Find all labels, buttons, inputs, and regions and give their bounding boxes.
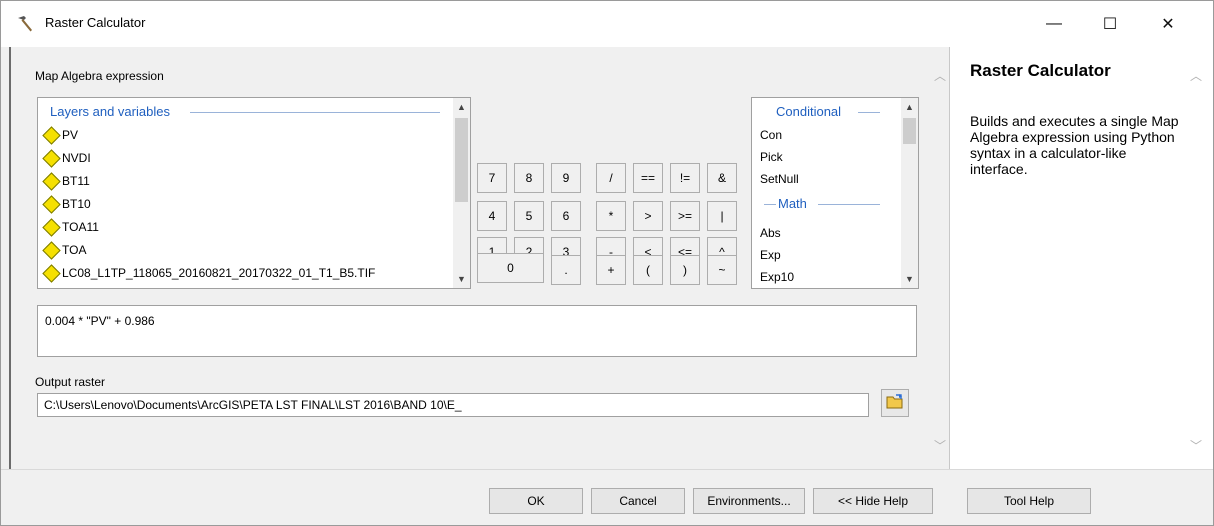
hide-help-button[interactable]: << Hide Help <box>813 488 933 514</box>
raster-layer-icon <box>42 148 61 168</box>
layer-item-nvdi[interactable]: NVDI <box>42 147 91 169</box>
key-greater-equal[interactable]: >= <box>670 201 700 231</box>
scroll-up-icon[interactable]: ︿ <box>934 67 946 84</box>
scroll-up-icon[interactable]: ︿ <box>1190 67 1202 84</box>
layers-header: Layers and variables <box>50 104 170 119</box>
expression-label: Map Algebra expression <box>35 69 164 83</box>
dialog-scrollbar[interactable]: ︿ ﹀ <box>931 61 949 461</box>
key-4[interactable]: 4 <box>477 201 507 231</box>
key-not-equal[interactable]: != <box>670 163 700 193</box>
scroll-down-icon[interactable]: ▼ <box>901 270 918 287</box>
key-close-paren[interactable]: ) <box>670 255 700 285</box>
raster-calculator-window: Raster Calculator — ☐ ✕ Map Algebra expr… <box>0 0 1214 526</box>
raster-layer-icon <box>42 171 61 191</box>
key-plus[interactable]: + <box>596 255 626 285</box>
header-divider <box>764 204 776 205</box>
window-title: Raster Calculator <box>45 15 146 30</box>
cancel-button[interactable]: Cancel <box>591 488 685 514</box>
header-divider <box>818 204 880 205</box>
help-description: Builds and executes a single Map Algebra… <box>970 113 1179 177</box>
layer-item-toa11[interactable]: TOA11 <box>42 216 99 238</box>
key-open-paren[interactable]: ( <box>633 255 663 285</box>
key-7[interactable]: 7 <box>477 163 507 193</box>
scroll-down-icon[interactable]: ﹀ <box>934 437 946 454</box>
button-bar: OK Cancel Environments... << Hide Help T… <box>1 469 1213 525</box>
layer-item-bt11[interactable]: BT11 <box>42 170 90 192</box>
layer-item-bt10[interactable]: BT10 <box>42 193 91 215</box>
minimize-button[interactable]: — <box>1031 1 1077 47</box>
environments-button[interactable]: Environments... <box>693 488 805 514</box>
layer-item-toa[interactable]: TOA <box>42 239 86 261</box>
tool-help-button[interactable]: Tool Help <box>967 488 1091 514</box>
scroll-thumb[interactable] <box>455 118 468 202</box>
function-exp[interactable]: Exp <box>760 248 781 262</box>
raster-layer-icon <box>42 194 61 214</box>
scroll-thumb[interactable] <box>903 118 916 144</box>
tool-dialog-panel: Map Algebra expression Layers and variab… <box>9 47 949 469</box>
title-bar[interactable]: Raster Calculator — ☐ ✕ <box>1 1 1213 47</box>
browse-folder-button[interactable] <box>881 389 909 417</box>
function-setnull[interactable]: SetNull <box>760 172 799 186</box>
layers-list[interactable]: Layers and variables PV NVDI BT11 BT10 T… <box>37 97 471 289</box>
function-abs[interactable]: Abs <box>760 226 781 240</box>
group-math: Math <box>778 196 807 211</box>
output-raster-label: Output raster <box>35 375 106 389</box>
ok-button[interactable]: OK <box>489 488 583 514</box>
key-6[interactable]: 6 <box>551 201 581 231</box>
key-divide[interactable]: / <box>596 163 626 193</box>
function-con[interactable]: Con <box>760 128 782 142</box>
layers-scrollbar[interactable]: ▲ ▼ <box>453 98 470 288</box>
key-8[interactable]: 8 <box>514 163 544 193</box>
header-divider <box>190 112 440 113</box>
key-9[interactable]: 9 <box>551 163 581 193</box>
key-and[interactable]: & <box>707 163 737 193</box>
key-not[interactable]: ~ <box>707 255 737 285</box>
functions-scrollbar[interactable]: ▲ ▼ <box>901 98 918 288</box>
layer-item-pv[interactable]: PV <box>42 124 78 146</box>
function-exp10[interactable]: Exp10 <box>760 270 794 284</box>
output-raster-input[interactable]: C:\Users\Lenovo\Documents\ArcGIS\PETA LS… <box>37 393 869 417</box>
expression-input[interactable]: 0.004 * "PV" + 0.986 <box>37 305 917 357</box>
function-pick[interactable]: Pick <box>760 150 783 164</box>
hammer-icon <box>15 13 35 33</box>
functions-list[interactable]: Conditional Con Pick SetNull Math Abs Ex… <box>751 97 919 289</box>
group-conditional: Conditional <box>776 104 842 119</box>
layer-item-lc08-b5[interactable]: LC08_L1TP_118065_20160821_20170322_01_T1… <box>42 262 375 284</box>
scroll-up-icon[interactable]: ▲ <box>901 98 918 115</box>
scroll-down-icon[interactable]: ﹀ <box>1190 437 1202 454</box>
key-decimal[interactable]: . <box>551 255 581 285</box>
scroll-up-icon[interactable]: ▲ <box>453 98 470 115</box>
scroll-down-icon[interactable]: ▼ <box>453 270 470 287</box>
open-folder-icon <box>886 393 904 413</box>
help-panel: Raster Calculator Builds and executes a … <box>949 47 1213 469</box>
key-multiply[interactable]: * <box>596 201 626 231</box>
raster-layer-icon <box>42 263 61 283</box>
header-divider <box>858 112 880 113</box>
help-title: Raster Calculator <box>970 61 1111 80</box>
close-button[interactable]: ✕ <box>1145 1 1191 47</box>
key-0[interactable]: 0 <box>477 253 544 283</box>
key-equal[interactable]: == <box>633 163 663 193</box>
raster-layer-icon <box>42 125 61 145</box>
maximize-button[interactable]: ☐ <box>1087 1 1133 47</box>
raster-layer-icon <box>42 240 61 260</box>
key-or[interactable]: | <box>707 201 737 231</box>
key-greater[interactable]: > <box>633 201 663 231</box>
key-5[interactable]: 5 <box>514 201 544 231</box>
raster-layer-icon <box>42 217 61 237</box>
